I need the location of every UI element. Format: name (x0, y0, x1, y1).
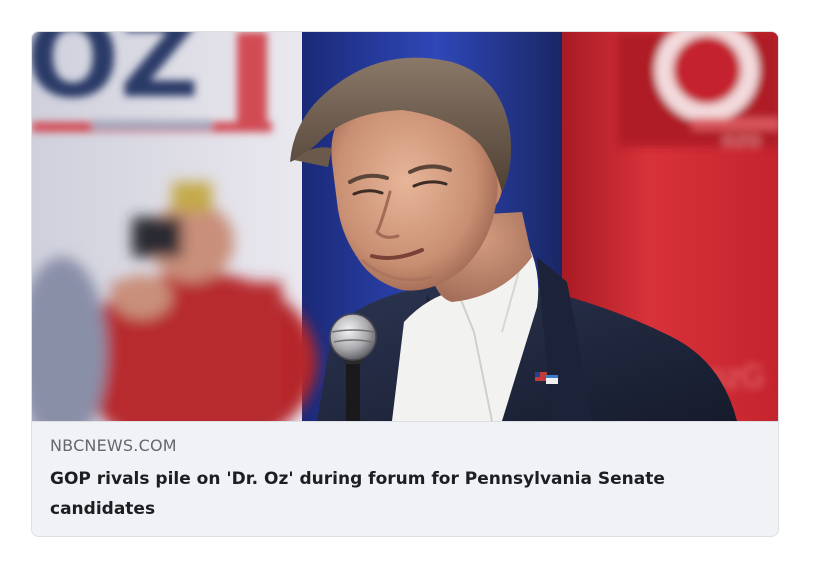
article-thumbnail-image[interactable]: OZ ozo ozG (32, 32, 778, 421)
link-preview-card[interactable]: OZ ozo ozG NBCNEWS.COM GOP rivals pile o… (31, 31, 779, 537)
photo-of-man-at-microphone: OZ ozo ozG (32, 32, 778, 421)
source-domain: NBCNEWS.COM (50, 436, 177, 455)
article-headline[interactable]: GOP rivals pile on 'Dr. Oz' during forum… (50, 464, 750, 524)
svg-text:ozo: ozo (722, 128, 760, 153)
card-text-area[interactable]: NBCNEWS.COM GOP rivals pile on 'Dr. Oz' … (32, 421, 778, 536)
sign-lettering: OZ (32, 32, 199, 122)
